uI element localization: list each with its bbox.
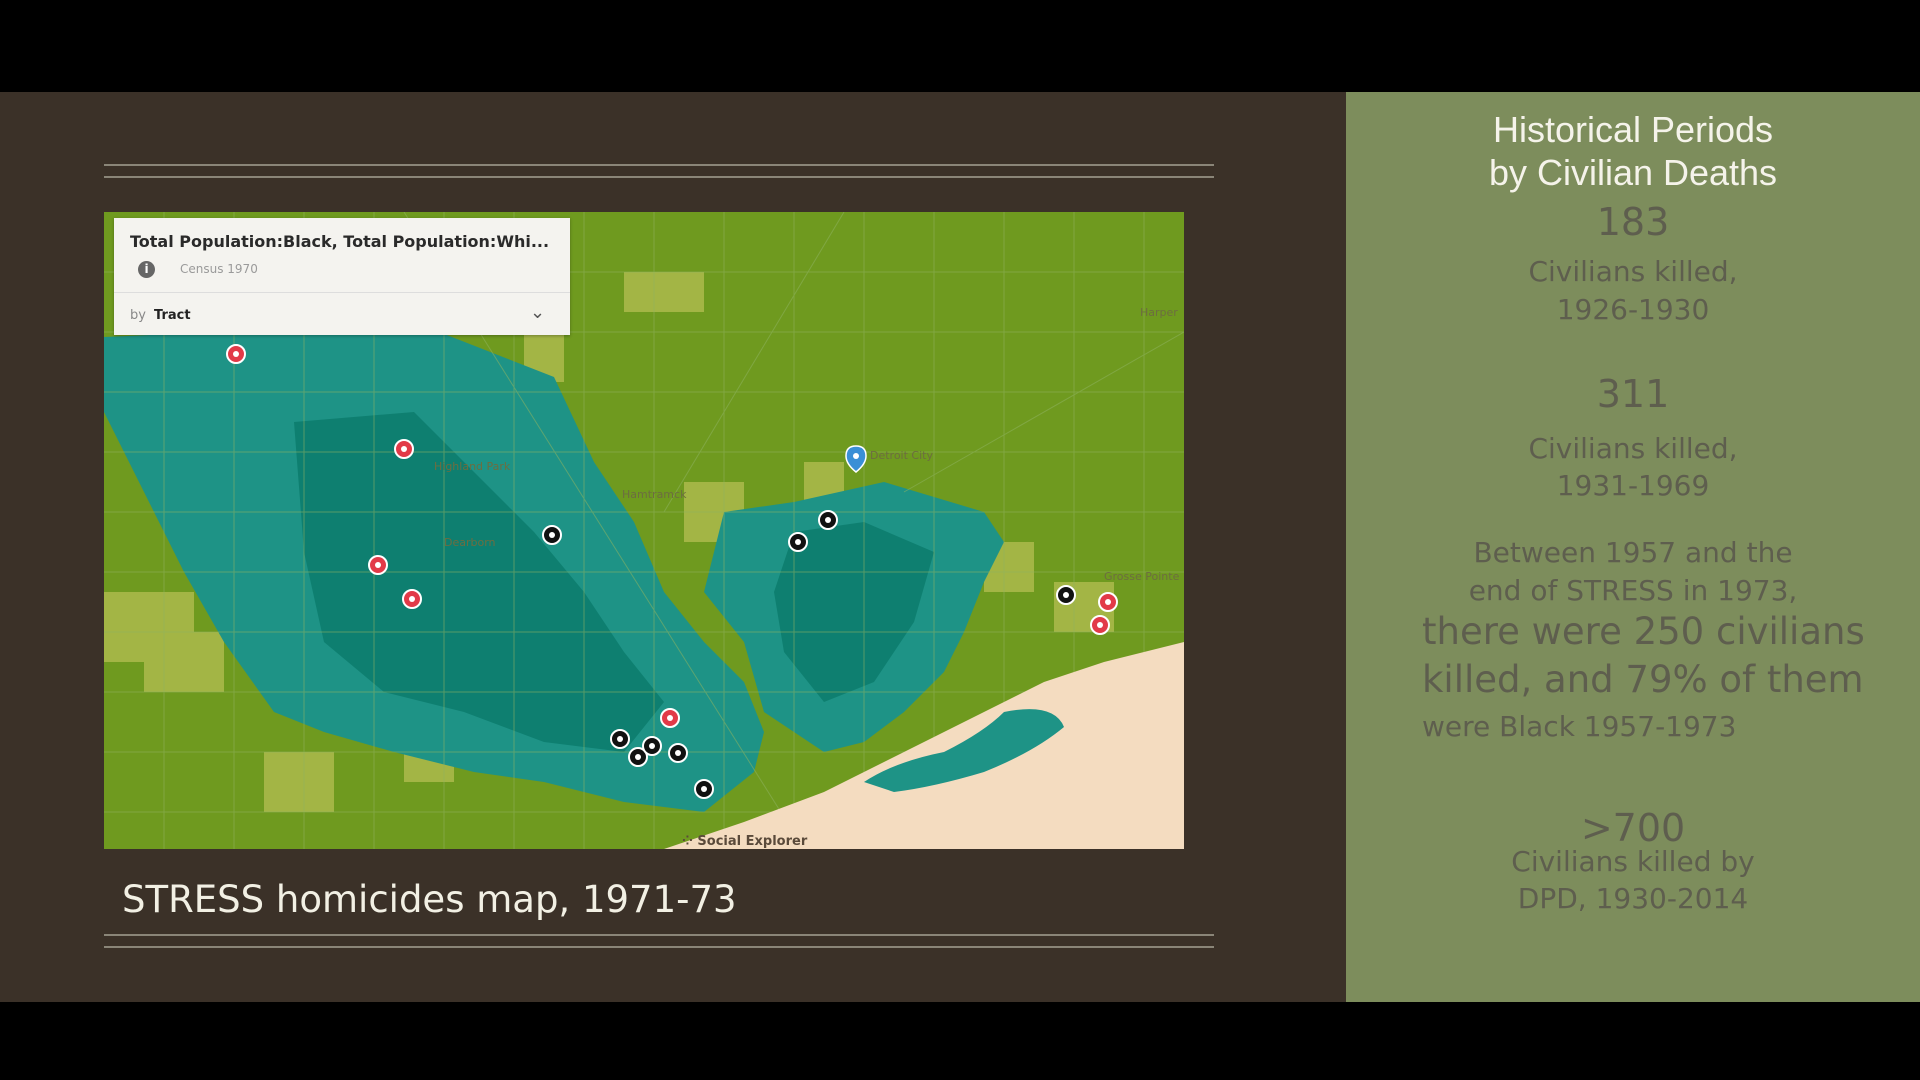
bottom-rule [104,934,1214,936]
sidebar-title: Historical Periods by Civilian Deaths [1346,108,1920,194]
stat-311-value: 311 [1596,372,1670,416]
stat-183-value: 183 [1596,200,1670,244]
black-marker-icon[interactable] [668,743,688,763]
stat-700-value: >700 [1580,806,1686,850]
map-attribution: ⁘ Social Explorer [682,834,808,849]
map-caption: STRESS homicides map, 1971-73 [122,878,737,921]
geography-level-selector[interactable]: Tract [154,308,191,323]
black-marker-icon[interactable] [642,736,662,756]
attribution-text: Social Explorer [697,834,807,849]
stat-183-label-line1: Civilians killed, [1528,255,1738,288]
place-label-hamtramck: Hamtramck [622,488,687,501]
stat-250-line5: were Black 1957-1973 [1422,710,1737,743]
black-marker-icon[interactable] [610,729,630,749]
stat-250-line4: killed, and 79% of them [1422,658,1864,701]
red-marker-icon[interactable] [368,555,388,575]
legend-title: Total Population:Black, Total Population… [130,232,550,251]
red-marker-icon[interactable] [660,708,680,728]
red-marker-icon[interactable] [226,344,246,364]
place-label-detroit-city: Detroit City [870,449,933,462]
stat-311-label-line2: 1931-1969 [1556,469,1710,502]
stat-311-label-line1: Civilians killed, [1528,432,1738,465]
social-explorer-map[interactable]: Highland Park Hamtramck Detroit City Dea… [104,212,1184,849]
stat-700-label-line2: DPD, 1930-2014 [1517,882,1749,915]
place-label-grosse-pointe: Grosse Pointe [1104,570,1180,583]
legend-source: Census 1970 [180,262,258,276]
legend-by-label: by [130,308,146,323]
black-marker-icon[interactable] [1056,585,1076,605]
info-icon[interactable]: i [138,261,155,278]
black-marker-icon[interactable] [788,532,808,552]
social-explorer-logo-icon: ⁘ [682,834,697,849]
red-marker-icon[interactable] [1098,592,1118,612]
presentation-slide: Highland Park Hamtramck Detroit City Dea… [0,92,1920,1002]
place-label-highland-park: Highland Park [434,460,511,473]
stat-250-line2: end of STRESS in 1973, [1468,574,1798,607]
chevron-down-icon[interactable]: ⌄ [530,302,545,323]
stat-183-label-line2: 1926-1930 [1556,293,1710,326]
sidebar-title-line2: by Civilian Deaths [1488,152,1778,193]
stat-700-label-line1: Civilians killed by [1511,845,1755,878]
map-legend-panel[interactable]: Total Population:Black, Total Population… [114,218,570,335]
stat-250-line1: Between 1957 and the [1473,536,1793,569]
bottom-rule-2 [104,946,1214,948]
black-marker-icon[interactable] [542,525,562,545]
legend-divider [114,292,570,293]
top-rule-2 [104,176,1214,178]
stat-250-line3: there were 250 civilians [1422,610,1865,653]
stats-sidebar: Historical Periods by Civilian Deaths 18… [1346,92,1920,1002]
black-marker-icon[interactable] [818,510,838,530]
red-marker-icon[interactable] [394,439,414,459]
place-label-harper: Harper [1140,306,1178,319]
top-rule [104,164,1214,166]
black-marker-icon[interactable] [694,779,714,799]
left-panel: Highland Park Hamtramck Detroit City Dea… [0,92,1346,1002]
red-marker-icon[interactable] [1090,615,1110,635]
sidebar-title-line1: Historical Periods [1492,109,1774,150]
place-label-dearborn: Dearborn [444,536,496,549]
red-marker-icon[interactable] [402,589,422,609]
